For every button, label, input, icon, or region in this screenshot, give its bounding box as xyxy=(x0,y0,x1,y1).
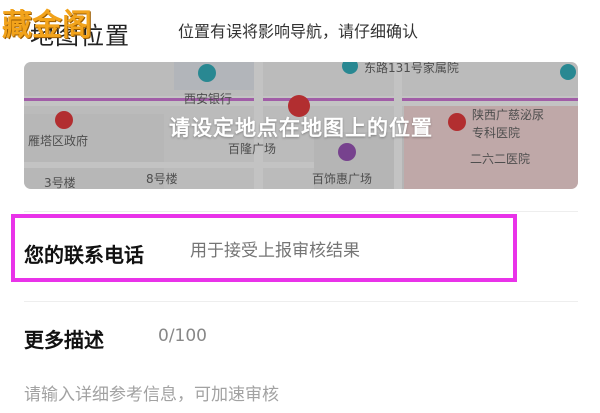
divider xyxy=(24,301,578,302)
description-label: 更多描述 xyxy=(24,328,104,352)
description-char-count: 0/100 xyxy=(158,326,207,346)
map-view[interactable]: 西安银行 东路131号家属院 雁塔区政府 百隆广场 百饰惠广场 3号楼 8号楼 … xyxy=(24,62,578,189)
location-hint: 位置有误将影响导航，请仔细确认 xyxy=(178,22,419,41)
watermark-logo: 藏金阁 xyxy=(2,8,92,43)
page-header: 地图位置 藏金阁 位置有误将影响导航，请仔细确认 xyxy=(0,0,600,56)
phone-label: 您的联系电话 xyxy=(24,243,144,267)
phone-input[interactable] xyxy=(190,241,490,261)
description-input[interactable]: 请输入详细参考信息，可加速审核 xyxy=(24,380,279,405)
map-instruction: 请设定地点在地图上的位置 xyxy=(169,116,433,140)
divider xyxy=(24,211,578,212)
